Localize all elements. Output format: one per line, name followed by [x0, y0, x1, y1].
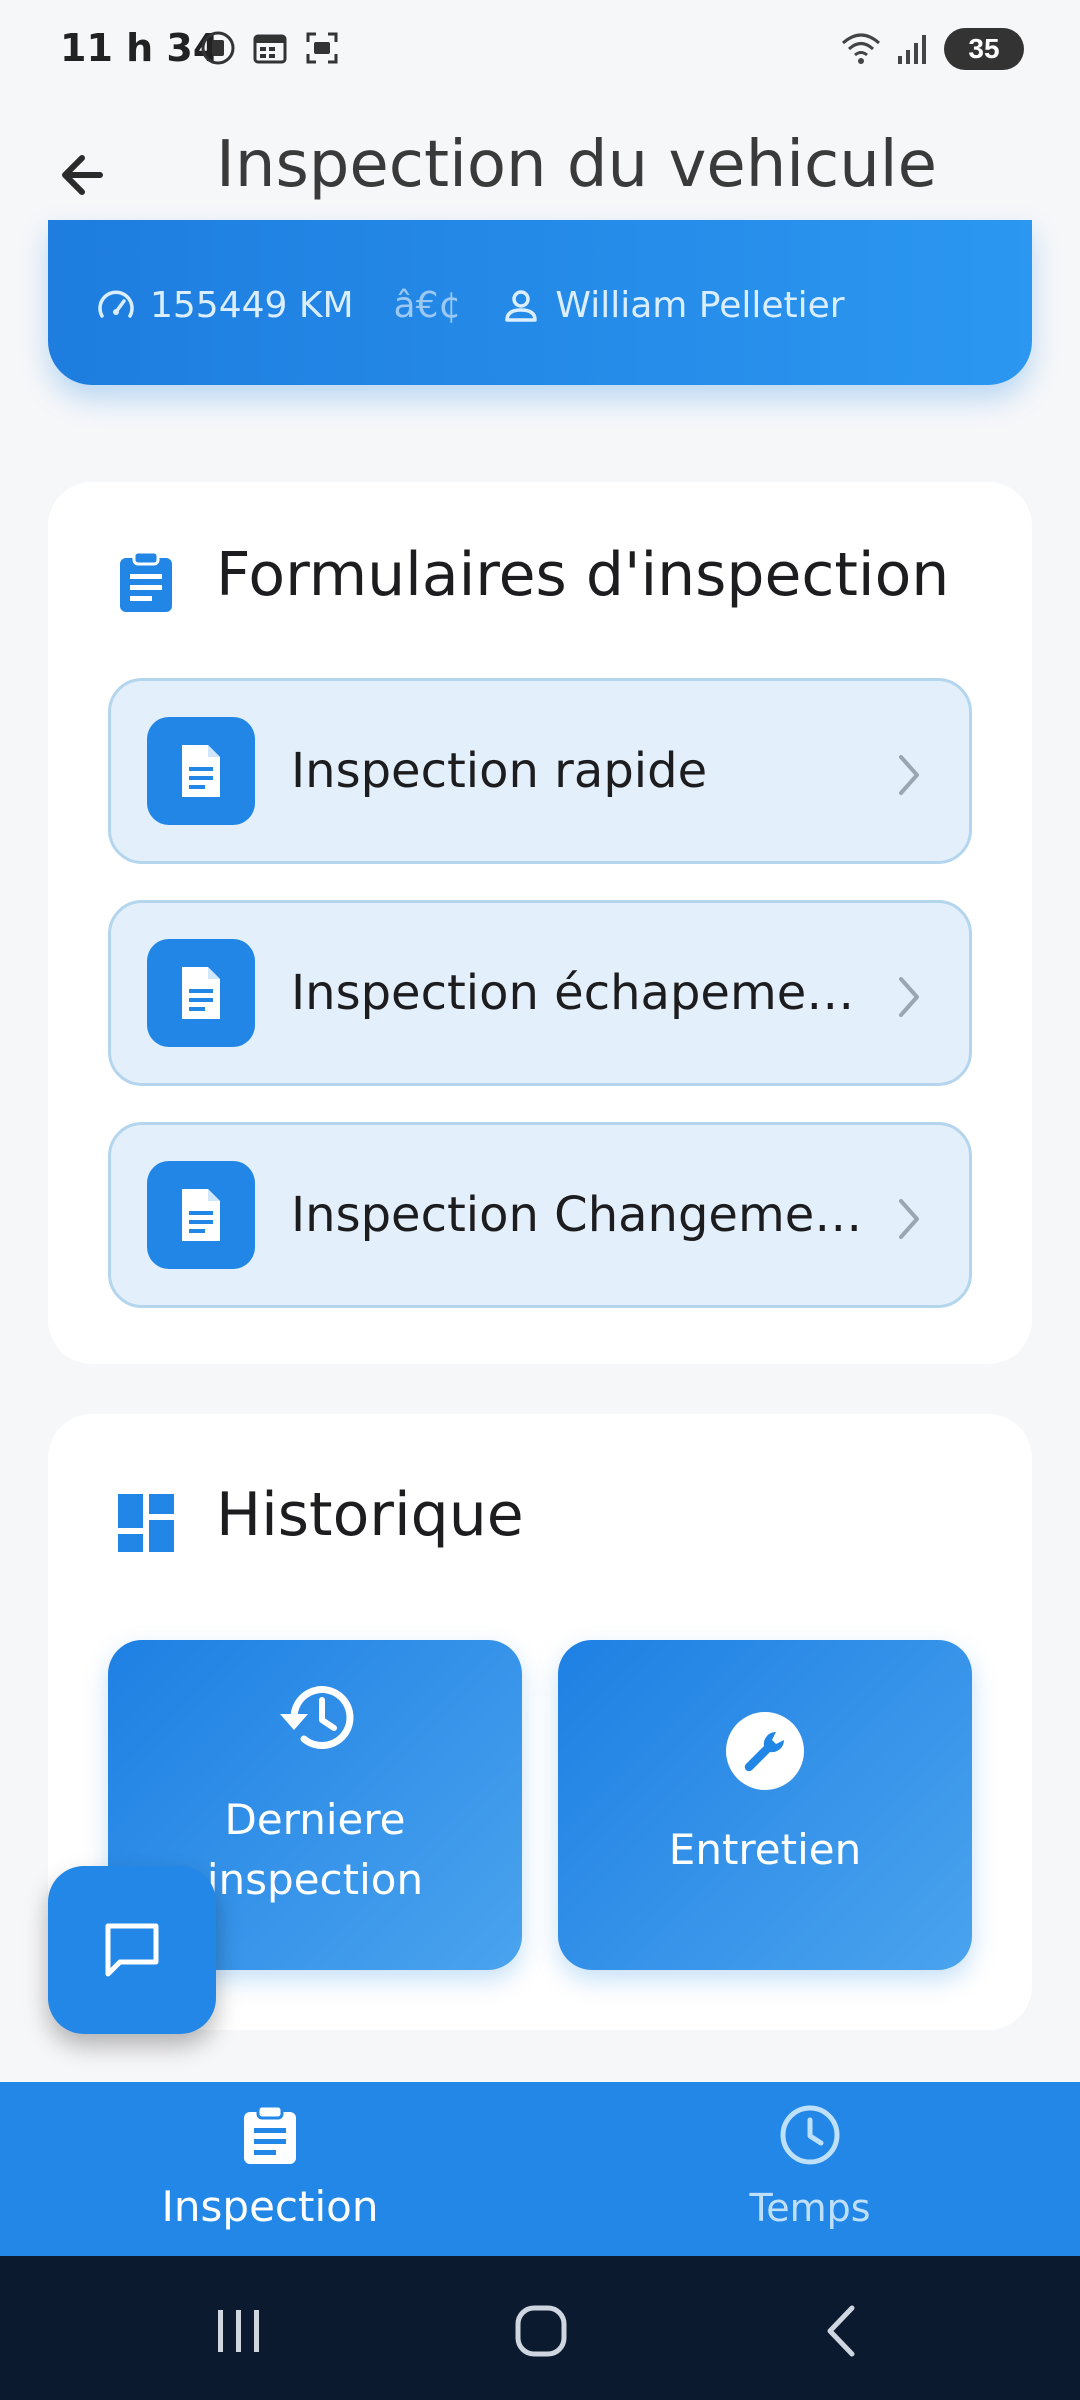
status-bar: 11 h 34 35 [0, 0, 1080, 100]
maintenance-button[interactable]: Entretien [558, 1640, 972, 1970]
form-item-label: Inspection échapemen... [291, 965, 871, 1021]
system-navigation-bar [0, 2256, 1080, 2400]
clipboard-icon [244, 2104, 296, 2164]
chevron-right-icon [899, 1199, 919, 1239]
nav-label-temps: Temps [749, 2186, 871, 2230]
status-notification-icons [200, 30, 340, 66]
forms-section-title: Formulaires d'inspection [216, 540, 950, 610]
person-icon [505, 289, 538, 322]
form-item-label: Inspection Changemen... [291, 1187, 871, 1243]
home-icon[interactable] [506, 2296, 576, 2366]
battery-indicator: 35 [944, 28, 1024, 70]
document-icon [147, 717, 255, 825]
info-separator: â€¢ [393, 285, 462, 326]
back-nav-icon[interactable] [808, 2296, 878, 2366]
dashboard-icon [118, 1494, 174, 1552]
battery-level: 35 [968, 33, 1000, 64]
wifi-icon [842, 33, 880, 64]
page-title: Inspection du vehicule [216, 128, 937, 202]
bottom-navigation: Inspection Temps [0, 2082, 1080, 2256]
vehicle-info-row: 155449 KM â€¢ William Pelletier [96, 285, 845, 326]
screenshot-icon [306, 32, 338, 64]
form-item-inspection-rapide[interactable]: Inspection rapide [108, 678, 972, 864]
status-system-icons: 35 [840, 28, 1024, 70]
document-icon [147, 939, 255, 1047]
calendar-icon [253, 34, 287, 64]
chevron-right-icon [899, 977, 919, 1017]
status-time: 11 h 34 [60, 26, 220, 70]
maintenance-label: Entretien [668, 1825, 862, 1874]
clipboard-icon [120, 550, 172, 612]
form-item-inspection-echappement[interactable]: Inspection échapemen... [108, 900, 972, 1086]
history-icon [280, 1686, 354, 1749]
chevron-right-icon [899, 755, 919, 795]
chat-icon [105, 1923, 159, 1977]
form-item-label: Inspection rapide [291, 743, 708, 799]
clock-icon [780, 2105, 840, 2165]
vehicle-info-card: 155449 KM â€¢ William Pelletier [48, 220, 1032, 385]
notification-icon [201, 31, 235, 65]
document-icon [147, 1161, 255, 1269]
wrench-icon [726, 1712, 804, 1790]
history-section-title: Historique [216, 1480, 524, 1550]
recent-apps-icon[interactable] [204, 2296, 274, 2366]
chat-button[interactable] [48, 1866, 216, 2034]
arrow-left-icon[interactable] [50, 140, 120, 210]
nav-tab-inspection[interactable]: Inspection [0, 2082, 540, 2256]
nav-label-inspection: Inspection [161, 2182, 379, 2231]
last-inspection-label-line1: Derniere [224, 1795, 406, 1844]
speedometer-icon [98, 290, 134, 318]
nav-tab-temps[interactable]: Temps [540, 2082, 1080, 2256]
signal-icon [898, 35, 926, 64]
form-item-inspection-changement[interactable]: Inspection Changemen... [108, 1122, 972, 1308]
driver-name: William Pelletier [555, 285, 845, 326]
inspection-forms-card: Formulaires d'inspection Inspection rapi… [48, 482, 1032, 1364]
odometer-value: 155449 KM [150, 285, 354, 326]
